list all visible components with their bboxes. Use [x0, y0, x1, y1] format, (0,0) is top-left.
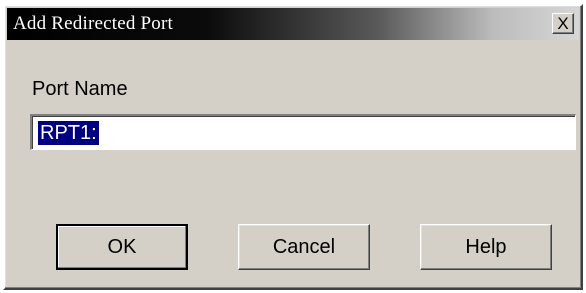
add-redirected-port-dialog: Add Redirected Port X Port Name RPT1: OK… [3, 4, 583, 290]
cancel-button[interactable]: Cancel [238, 224, 370, 270]
port-name-input[interactable]: RPT1: [30, 114, 576, 150]
port-name-label: Port Name [32, 78, 128, 100]
help-button[interactable]: Help [420, 224, 552, 270]
dialog-title: Add Redirected Port [13, 13, 173, 34]
title-bar[interactable]: Add Redirected Port X [7, 8, 579, 40]
close-icon: X [557, 14, 569, 33]
close-button[interactable]: X [552, 13, 574, 34]
ok-button[interactable]: OK [56, 224, 188, 270]
port-name-value[interactable]: RPT1: [38, 121, 99, 145]
